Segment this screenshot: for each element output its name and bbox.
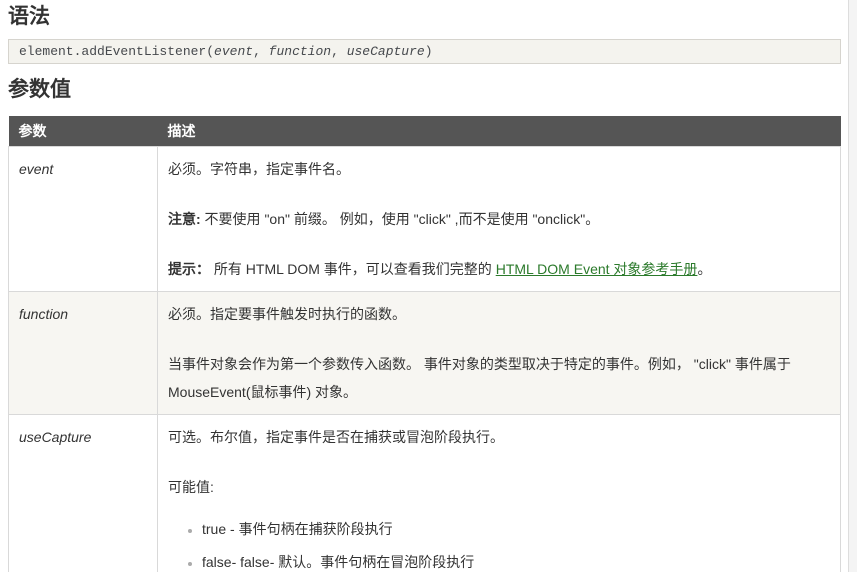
note-label: 注意: <box>168 211 201 227</box>
event-tip-paragraph: 提示： 所有 HTML DOM 事件，可以查看我们完整的 HTML DOM Ev… <box>168 255 830 283</box>
header-cell-param: 参数 <box>8 116 158 147</box>
list-item-true: true - 事件句柄在捕获阶段执行 <box>202 515 830 543</box>
function-detail-text: 当事件对象会作为第一个参数传入函数。 事件对象的类型取决于特定的事件。例如， "… <box>168 356 791 400</box>
param-desc-function: 必须。指定要事件触发时执行的函数。 当事件对象会作为第一个参数传入函数。 事件对… <box>157 291 841 415</box>
parameters-heading: 参数值 <box>8 78 71 101</box>
dom-event-reference-link[interactable]: HTML DOM Event 对象参考手册 <box>496 261 698 277</box>
tip-end-text: 。 <box>697 261 712 277</box>
possible-values-label: 可能值: <box>168 479 214 495</box>
table-row-event: event 必须。字符串，指定事件名。 注意: 不要使用 "on" 前缀。 例如… <box>8 146 841 292</box>
table-row-usecapture: useCapture 可选。布尔值，指定事件是否在捕获或冒泡阶段执行。 可能值:… <box>8 414 841 572</box>
syntax-heading: 语法 <box>8 5 50 28</box>
code-comma-1: , <box>253 44 269 59</box>
table-header-row: 参数 描述 <box>8 116 841 147</box>
code-param-event: event <box>214 44 254 59</box>
note-text: 不要使用 "on" 前缀。 例如，使用 "click" ,而不是使用 "oncl… <box>200 211 600 227</box>
code-param-function: function <box>268 44 332 59</box>
param-desc-event: 必须。字符串，指定事件名。 注意: 不要使用 "on" 前缀。 例如，使用 "c… <box>157 146 841 292</box>
table-row-function: function 必须。指定要事件触发时执行的函数。 当事件对象会作为第一个参数… <box>8 291 841 415</box>
code-param-usecapture: useCapture <box>346 44 425 59</box>
param-desc-usecapture: 可选。布尔值，指定事件是否在捕获或冒泡阶段执行。 可能值: true - 事件句… <box>157 414 841 572</box>
event-note-paragraph: 注意: 不要使用 "on" 前缀。 例如，使用 "click" ,而不是使用 "… <box>168 205 830 233</box>
code-suffix: ) <box>424 44 433 59</box>
event-required-text: 必须。字符串，指定事件名。 <box>168 161 350 177</box>
parameters-table: 参数 描述 event 必须。字符串，指定事件名。 注意: 不要使用 "on" … <box>8 116 841 572</box>
article-content: 语法 element.addEventListener(event, funct… <box>0 0 849 572</box>
tip-text: 所有 HTML DOM 事件，可以查看我们完整的 <box>210 261 496 277</box>
list-item-false: false- false- 默认。事件句柄在冒泡阶段执行 <box>202 548 830 572</box>
function-required-text: 必须。指定要事件触发时执行的函数。 <box>168 306 406 322</box>
header-cell-desc: 描述 <box>157 116 841 147</box>
code-comma-2: , <box>331 44 347 59</box>
code-prefix: element.addEventListener( <box>19 44 215 59</box>
tip-label: 提示： <box>168 261 210 277</box>
usecapture-optional-text: 可选。布尔值，指定事件是否在捕获或冒泡阶段执行。 <box>168 429 504 445</box>
param-name-function: function <box>8 291 158 415</box>
param-name-usecapture: useCapture <box>8 414 158 572</box>
param-name-event: event <box>8 146 158 292</box>
possible-values-list: true - 事件句柄在捕获阶段执行 false- false- 默认。事件句柄… <box>168 515 830 572</box>
syntax-code-block: element.addEventListener(event, function… <box>8 39 841 64</box>
